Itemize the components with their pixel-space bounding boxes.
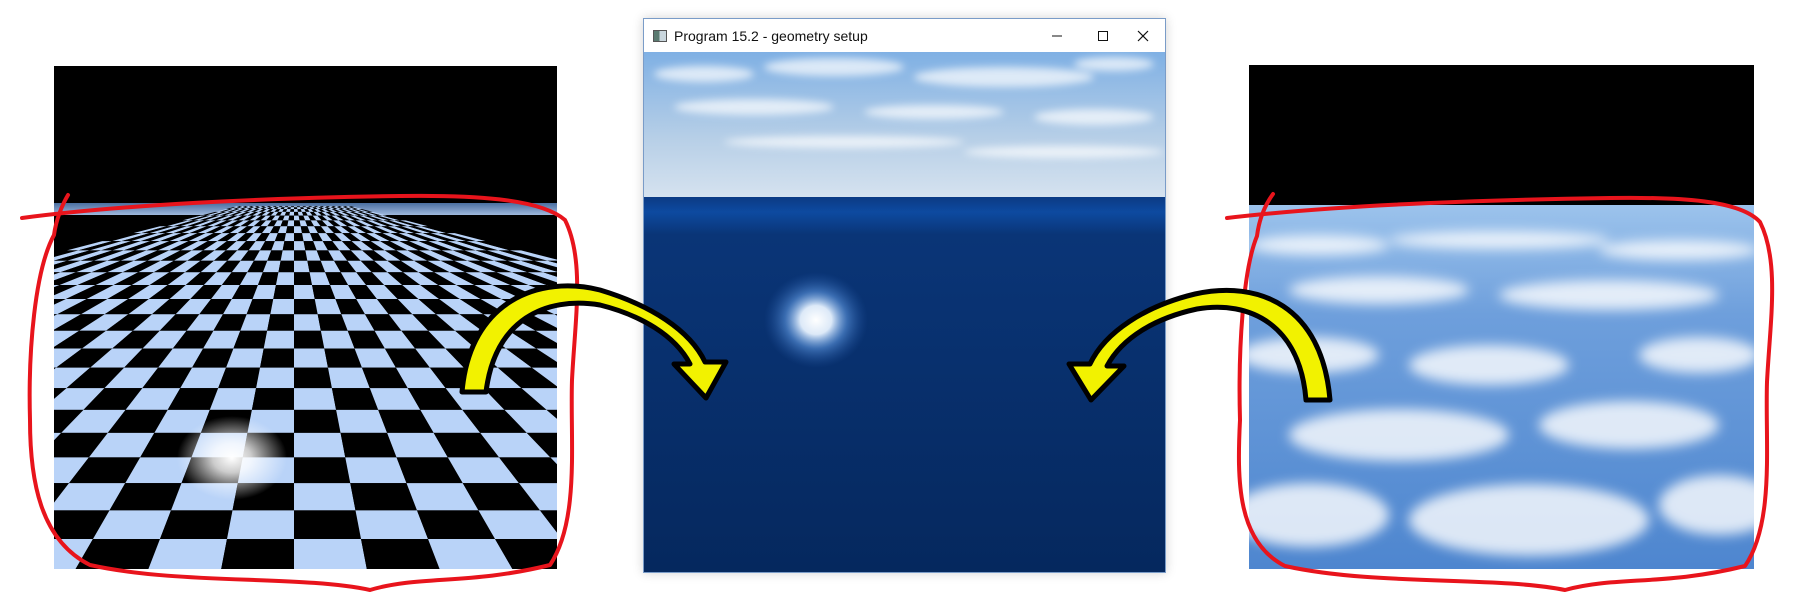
checker-tile	[294, 226, 303, 234]
checker-tile	[251, 388, 294, 410]
checker-tile	[294, 241, 306, 251]
cloud-scene	[1249, 65, 1754, 569]
checker-tile	[294, 330, 325, 349]
checker-tile	[288, 215, 294, 221]
checker-tile	[148, 538, 227, 569]
checkerboard-render	[54, 66, 557, 569]
checker-tile	[287, 220, 294, 227]
checker-tile	[294, 409, 341, 433]
sun-reflection	[764, 272, 868, 368]
checker-tile	[294, 538, 367, 569]
checker-tile	[226, 510, 294, 539]
checker-tile	[290, 209, 294, 212]
checker-tile	[284, 233, 294, 242]
checker-tile	[294, 457, 351, 484]
checker-tile	[294, 432, 346, 458]
checker-tile	[294, 211, 299, 216]
checker-tile	[355, 510, 429, 539]
checker-tile	[278, 260, 294, 273]
checker-tile	[299, 206, 304, 208]
minimize-icon	[1052, 35, 1062, 36]
render-viewport[interactable]	[644, 52, 1165, 572]
close-button[interactable]	[1120, 19, 1166, 52]
checker-tile	[267, 314, 294, 331]
window-title: Program 15.2 - geometry setup	[674, 27, 868, 44]
checker-tile	[294, 388, 337, 410]
checker-tile	[270, 298, 294, 315]
checker-tile	[294, 260, 310, 273]
checker-tile	[289, 211, 294, 216]
checker-tile	[294, 348, 328, 368]
checker-tile	[159, 510, 233, 539]
checker-tile	[294, 314, 321, 331]
checker-tile	[290, 207, 294, 210]
checker-tile	[294, 209, 298, 212]
light-glow	[177, 416, 287, 500]
checker-tile	[294, 215, 300, 221]
checker-tile	[294, 367, 332, 389]
checker-tile	[336, 409, 388, 433]
checker-tile	[294, 272, 313, 286]
checker-tile	[294, 220, 301, 227]
checker-tile	[294, 510, 362, 539]
maximize-icon	[1098, 30, 1108, 41]
checker-tile	[294, 285, 315, 299]
checker-tile	[294, 298, 318, 315]
checker-tile	[294, 206, 298, 208]
checker-tile	[296, 206, 301, 208]
checker-tile	[263, 330, 294, 349]
checker-tile	[256, 367, 294, 389]
close-icon	[1137, 30, 1149, 41]
checker-tile	[294, 233, 304, 242]
checker-tile	[290, 206, 294, 208]
checker-tile	[285, 226, 294, 234]
checker-tile	[221, 538, 294, 569]
checker-tile	[287, 206, 292, 208]
app-icon	[653, 29, 667, 42]
sky-render	[1249, 65, 1754, 569]
checker-tile	[280, 250, 294, 261]
checker-tile	[294, 250, 308, 261]
title-bar[interactable]: Program 15.2 - geometry setup	[644, 19, 1165, 52]
checker-tile	[282, 241, 294, 251]
checker-tile	[260, 348, 294, 368]
checker-tile	[273, 285, 294, 299]
checker-tile	[350, 483, 417, 511]
minimize-button[interactable]	[1034, 19, 1080, 52]
checker-tile	[361, 538, 440, 569]
checker-tile	[345, 457, 407, 484]
checker-tile	[275, 272, 294, 286]
checker-tile	[294, 483, 356, 511]
checker-tile	[340, 432, 397, 458]
checkerboard-scene	[54, 66, 557, 569]
sky-ocean-scene	[644, 52, 1165, 572]
checker-tile	[294, 207, 298, 210]
app-window: Program 15.2 - geometry setup	[643, 18, 1166, 573]
checker-tile	[284, 206, 289, 208]
